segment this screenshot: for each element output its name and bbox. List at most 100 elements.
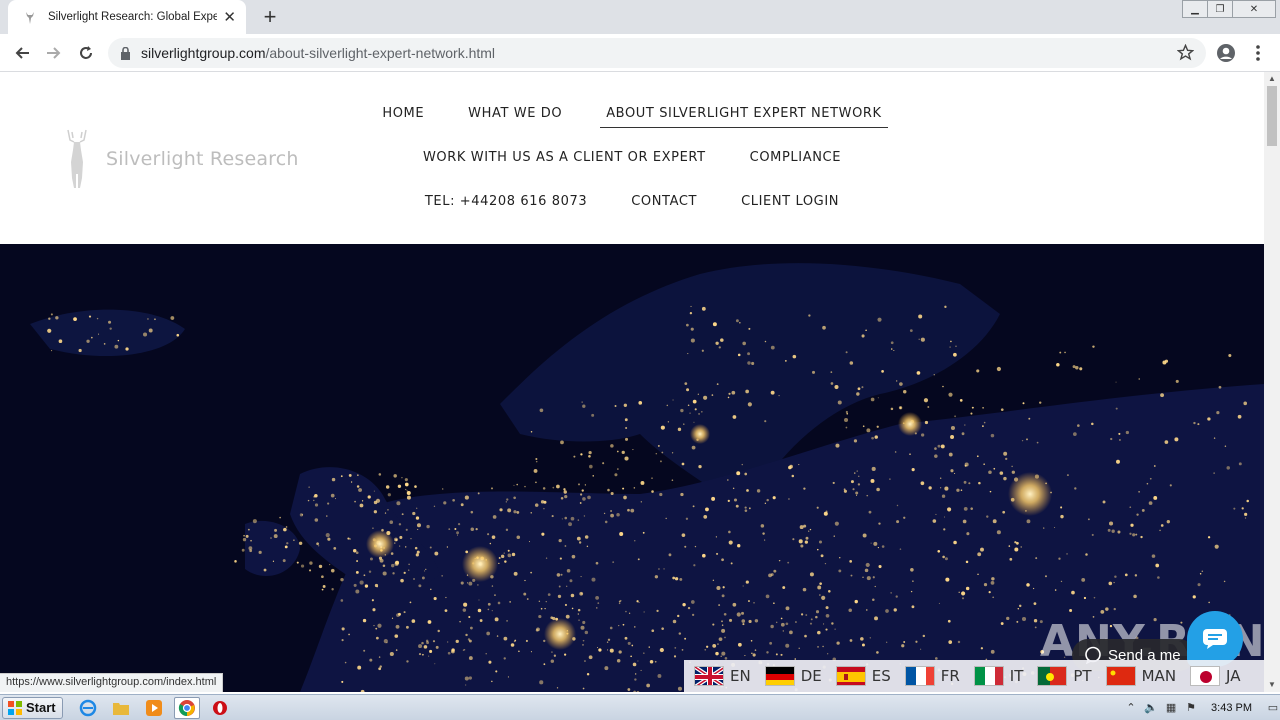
city-light-dot — [939, 477, 942, 479]
chrome-taskbar-icon[interactable] — [173, 696, 200, 719]
lang-pt[interactable]: PT — [1037, 666, 1092, 686]
start-button[interactable]: Start — [2, 696, 63, 719]
city-light-dot — [943, 516, 946, 518]
lang-it[interactable]: IT — [973, 666, 1023, 686]
browser-tab[interactable]: Silverlight Research: Global Expert N ✕ — [8, 0, 246, 34]
city-light-dot — [325, 533, 330, 538]
media-player-icon[interactable] — [141, 697, 167, 719]
taskbar-clock[interactable]: 3:43 PM — [1211, 702, 1252, 714]
nav-link-work-with-us[interactable]: WORK WITH US AS A CLIENT OR EXPERT — [417, 146, 712, 171]
action-center-flag-icon[interactable]: ⚑ — [1181, 699, 1201, 717]
profile-avatar-icon[interactable] — [1214, 41, 1238, 65]
city-light-dot — [535, 481, 537, 484]
reload-icon[interactable] — [74, 41, 98, 65]
lang-es[interactable]: ES — [835, 666, 891, 686]
city-light-dot — [787, 561, 790, 564]
city-light-dot — [595, 596, 600, 600]
opera-icon[interactable] — [207, 697, 233, 719]
city-light-dot — [935, 513, 937, 515]
lang-en[interactable]: EN — [694, 666, 751, 686]
city-light-dot — [418, 653, 422, 656]
city-light-dot — [649, 660, 654, 664]
city-light-dot — [824, 563, 827, 565]
bookmark-star-icon[interactable] — [1176, 43, 1195, 66]
city-light-dot — [1059, 351, 1062, 354]
city-light-dot — [410, 538, 412, 540]
menu-kebab-icon[interactable] — [1246, 41, 1270, 65]
city-light-dot — [497, 601, 501, 605]
city-light-dot — [633, 487, 636, 489]
city-light-dot — [980, 547, 984, 552]
city-light-dot — [314, 493, 318, 498]
city-light-dot — [491, 535, 496, 539]
lang-de[interactable]: DE — [764, 666, 822, 686]
tray-expand-icon[interactable]: ⌃ — [1121, 699, 1141, 717]
city-light-dot — [452, 498, 455, 502]
city-light-dot — [681, 649, 684, 651]
nav-link-compliance[interactable]: COMPLIANCE — [744, 146, 847, 171]
city-light-dot — [468, 656, 473, 660]
city-light-dot — [378, 473, 382, 476]
city-light-dot — [764, 340, 767, 343]
city-light-dot — [1054, 526, 1056, 529]
file-explorer-icon[interactable] — [108, 697, 134, 719]
city-light-dot — [821, 595, 826, 600]
city-light-dot — [586, 673, 590, 676]
show-desktop-button[interactable]: ▭ — [1266, 699, 1280, 717]
scroll-up-icon[interactable]: ▲ — [1264, 72, 1280, 86]
address-bar[interactable]: silverlightgroup.com/about-silverlight-e… — [108, 38, 1206, 68]
city-light-dot — [344, 661, 347, 664]
volume-icon[interactable]: 🔈 — [1141, 699, 1161, 717]
scroll-down-icon[interactable]: ▼ — [1264, 678, 1280, 692]
lang-man[interactable]: MAN — [1105, 666, 1176, 686]
close-window-icon[interactable]: ✕ — [1232, 0, 1276, 18]
close-tab-icon[interactable]: ✕ — [223, 8, 236, 26]
city-light-dot — [558, 585, 561, 588]
nav-link-home[interactable]: HOME — [376, 102, 430, 128]
minimize-icon[interactable]: ▁ — [1182, 0, 1208, 18]
new-tab-button[interactable]: + — [256, 4, 284, 30]
city-light-dot — [503, 657, 506, 660]
city-light-dot — [1033, 602, 1037, 606]
city-light-dot — [587, 495, 591, 500]
city-light-dot — [630, 508, 635, 513]
city-light-dot — [1160, 524, 1164, 527]
city-light-dot — [966, 532, 970, 536]
lang-ja[interactable]: JA — [1190, 666, 1240, 686]
city-light-dot — [953, 540, 957, 545]
restore-icon[interactable]: ❐ — [1207, 0, 1233, 18]
scrollbar-thumb[interactable] — [1267, 86, 1277, 146]
city-light-dot — [752, 653, 756, 657]
city-light-dot — [798, 464, 800, 466]
city-light-dot — [330, 568, 335, 573]
city-light-dot — [721, 651, 726, 656]
forward-icon[interactable] — [42, 41, 66, 65]
city-light-dot — [638, 601, 640, 603]
nav-link-telephone[interactable]: TEL: +44208 616 8073 — [419, 190, 593, 215]
city-light-dot — [737, 544, 741, 548]
city-light-dot — [125, 347, 129, 351]
internet-explorer-icon[interactable] — [75, 697, 101, 719]
network-icon[interactable]: ▦ — [1161, 699, 1181, 717]
city-light-dot — [632, 449, 634, 451]
city-light-dot — [625, 437, 629, 441]
chat-launcher-button[interactable] — [1187, 611, 1243, 667]
nav-link-contact[interactable]: CONTACT — [625, 190, 703, 215]
city-light-dot — [903, 516, 906, 519]
city-light-dot — [421, 641, 424, 645]
city-light-dot — [1199, 572, 1202, 575]
city-light-dot — [376, 586, 378, 588]
city-light-dot — [856, 392, 860, 396]
city-light-dot — [765, 594, 770, 599]
city-light-dot — [680, 408, 684, 413]
city-light-dot — [55, 316, 59, 320]
city-light-dot — [609, 626, 613, 630]
lang-fr[interactable]: FR — [904, 666, 960, 686]
back-icon[interactable] — [10, 41, 34, 65]
nav-link-about[interactable]: ABOUT SILVERLIGHT EXPERT NETWORK — [600, 102, 888, 128]
nav-link-what-we-do[interactable]: WHAT WE DO — [462, 102, 568, 128]
city-light-dot — [785, 622, 789, 626]
nav-link-client-login[interactable]: CLIENT LOGIN — [735, 190, 845, 215]
city-light-dot — [564, 603, 568, 607]
page-scrollbar[interactable]: ▲ ▼ — [1264, 72, 1280, 692]
